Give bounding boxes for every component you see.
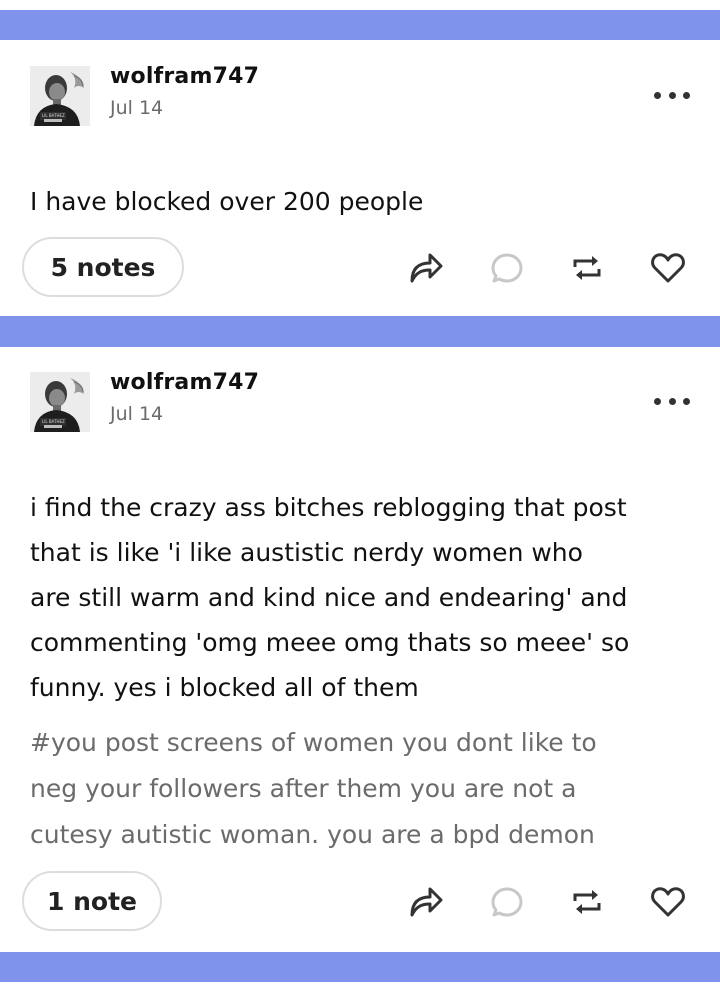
tag-line[interactable]: cutesy autistic woman. you are a bpd dem…	[30, 812, 690, 858]
svg-text:LIL BATHEZ: LIL BATHEZ	[42, 113, 65, 118]
like-icon[interactable]	[648, 882, 688, 922]
post-body-text: i find the crazy ass bitches reblogging …	[30, 485, 690, 710]
reply-icon[interactable]	[487, 248, 527, 288]
feed-divider	[0, 316, 720, 347]
post-card: LIL BATHEZ wolfram747 Jul 14 i find the …	[0, 347, 720, 952]
reblog-icon[interactable]	[567, 248, 607, 288]
like-icon[interactable]	[648, 248, 688, 288]
avatar[interactable]: LIL BATHEZ	[30, 372, 90, 432]
more-options-icon[interactable]	[654, 394, 690, 408]
share-icon[interactable]	[406, 248, 446, 288]
username[interactable]: wolfram747	[110, 370, 259, 395]
post-date[interactable]: Jul 14	[110, 97, 163, 119]
more-options-icon[interactable]	[654, 88, 690, 102]
reply-icon[interactable]	[487, 882, 527, 922]
avatar[interactable]: LIL BATHEZ	[30, 66, 90, 126]
post-text-line: that is like 'i like austistic nerdy wom…	[30, 538, 583, 567]
post-date[interactable]: Jul 14	[110, 403, 163, 425]
post-text-line: commenting 'omg meee omg thats so meee' …	[30, 628, 630, 657]
post-body-text: I have blocked over 200 people	[30, 179, 690, 224]
post-tags[interactable]: #you post screens of women you dont like…	[30, 720, 690, 858]
reblog-icon[interactable]	[567, 882, 607, 922]
post-text-line: I have blocked over 200 people	[30, 187, 424, 216]
post-text-line: funny. yes i blocked all of them	[30, 673, 419, 702]
notes-button[interactable]: 1 note	[22, 871, 162, 931]
share-icon[interactable]	[406, 882, 446, 922]
post-text-line: i find the crazy ass bitches reblogging …	[30, 493, 627, 522]
feed-divider	[0, 10, 720, 40]
username[interactable]: wolfram747	[110, 64, 259, 89]
post-card: LIL BATHEZ wolfram747 Jul 14 I have bloc…	[0, 40, 720, 316]
post-text-line: are still warm and kind nice and endeari…	[30, 583, 628, 612]
tag-line[interactable]: neg your followers after them you are no…	[30, 766, 690, 812]
svg-text:LIL BATHEZ: LIL BATHEZ	[42, 419, 65, 424]
feed-divider	[0, 952, 720, 982]
tag-line[interactable]: #you post screens of women you dont like…	[30, 720, 690, 766]
notes-button[interactable]: 5 notes	[22, 237, 184, 297]
